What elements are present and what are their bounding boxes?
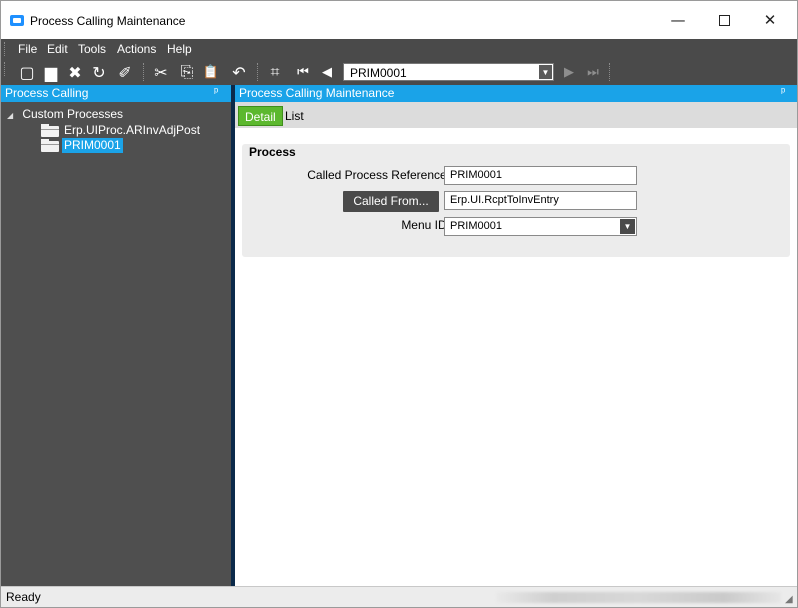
called-from-button[interactable]: Called From...	[343, 191, 439, 212]
chevron-down-icon[interactable]: ▼	[539, 65, 552, 79]
toolbar-separator	[143, 63, 144, 81]
tree-root-node[interactable]: ◢ Custom Processes	[7, 107, 123, 121]
toolbar-grip[interactable]	[4, 62, 7, 76]
record-selector-value: PRIM0001	[350, 66, 407, 80]
new-icon[interactable]: ▢	[17, 62, 37, 82]
called-process-reference-field[interactable]: PRIM0001	[444, 166, 637, 185]
toolbar: ▢ ▆ ✖ ↻ ✐ ✂ ⎘ 📋 ↶ ⌗ ⏮ ◀ PRIM0001 ▼ ▶ ⏭	[1, 59, 797, 85]
left-panel-header: Process Calling ᵖ	[1, 85, 231, 102]
app-window: Process Calling Maintenance — ✕ File Edi…	[0, 0, 798, 608]
maintenance-panel: Process Calling Maintenance ᵖ Detail Lis…	[235, 85, 797, 586]
status-info-blurred	[496, 592, 781, 603]
maximize-button[interactable]	[701, 1, 747, 39]
title-bar: Process Calling Maintenance — ✕	[1, 1, 797, 39]
undo-icon[interactable]: ↶	[229, 62, 249, 82]
called-process-reference-label: Called Process Reference:	[307, 168, 450, 182]
toolbar-separator	[609, 63, 610, 81]
process-tree-panel: Process Calling ᵖ ◢ Custom Processes Erp…	[1, 85, 231, 586]
toolbar-separator	[257, 63, 258, 81]
minimize-icon: —	[670, 11, 686, 29]
tab-list[interactable]: List	[279, 106, 310, 126]
called-from-field[interactable]: Erp.UI.RcptToInvEntry	[444, 191, 637, 210]
pin-icon[interactable]: ᵖ	[781, 86, 785, 98]
close-icon: ✕	[763, 11, 777, 29]
right-panel-title: Process Calling Maintenance	[239, 86, 395, 100]
cut-icon[interactable]: ✂	[151, 62, 171, 82]
chevron-down-icon[interactable]: ▼	[620, 219, 635, 234]
copy-icon[interactable]: ⎘	[177, 62, 197, 82]
next-record-icon[interactable]: ▶	[559, 62, 579, 82]
tab-detail[interactable]: Detail	[238, 106, 283, 126]
menu-grip[interactable]	[4, 42, 7, 56]
tree-item-label: Erp.UIProc.ARInvAdjPost	[64, 123, 201, 137]
save-icon[interactable]: ▆	[41, 62, 61, 82]
last-record-icon[interactable]: ⏭	[583, 62, 603, 82]
status-bar: Ready ◢	[1, 586, 797, 607]
folder-icon	[41, 139, 59, 152]
folder-icon	[41, 124, 59, 137]
menu-bar: File Edit Tools Actions Help	[1, 39, 797, 59]
window-title: Process Calling Maintenance	[30, 14, 186, 28]
tree-root-label: Custom Processes	[22, 107, 124, 121]
binoculars-icon[interactable]: ⌗	[265, 62, 285, 82]
previous-record-icon[interactable]: ◀	[317, 62, 337, 82]
paste-icon[interactable]: 📋	[201, 62, 221, 82]
maximize-icon	[718, 14, 730, 26]
menu-id-combo[interactable]: PRIM0001 ▼	[444, 217, 637, 236]
menu-tools[interactable]: Tools	[78, 42, 106, 56]
menu-id-label: Menu ID:	[401, 218, 450, 232]
pin-icon[interactable]: ᵖ	[214, 86, 218, 98]
group-title: Process	[249, 145, 296, 159]
expand-icon[interactable]: ◢	[7, 111, 19, 120]
first-record-icon[interactable]: ⏮	[293, 62, 313, 82]
refresh-icon[interactable]: ↻	[89, 62, 109, 82]
tree-item-label: PRIM0001	[62, 138, 123, 153]
clear-icon[interactable]: ✐	[115, 62, 135, 82]
menu-id-value: PRIM0001	[450, 220, 502, 232]
delete-icon[interactable]: ✖	[65, 62, 85, 82]
close-button[interactable]: ✕	[747, 1, 793, 39]
status-text: Ready	[6, 590, 41, 604]
menu-file[interactable]: File	[18, 42, 37, 56]
minimize-button[interactable]: —	[655, 1, 701, 39]
left-panel-title: Process Calling	[5, 86, 89, 100]
app-icon	[10, 15, 24, 26]
menu-edit[interactable]: Edit	[47, 42, 68, 56]
right-panel-header: Process Calling Maintenance ᵖ	[235, 85, 797, 102]
menu-help[interactable]: Help	[167, 42, 192, 56]
resize-grip-icon[interactable]: ◢	[785, 595, 795, 605]
tab-strip: Detail List	[235, 102, 797, 128]
process-group: Process Called Process Reference: PRIM00…	[242, 144, 790, 257]
record-selector[interactable]: PRIM0001 ▼	[343, 63, 554, 81]
menu-actions[interactable]: Actions	[117, 42, 156, 56]
